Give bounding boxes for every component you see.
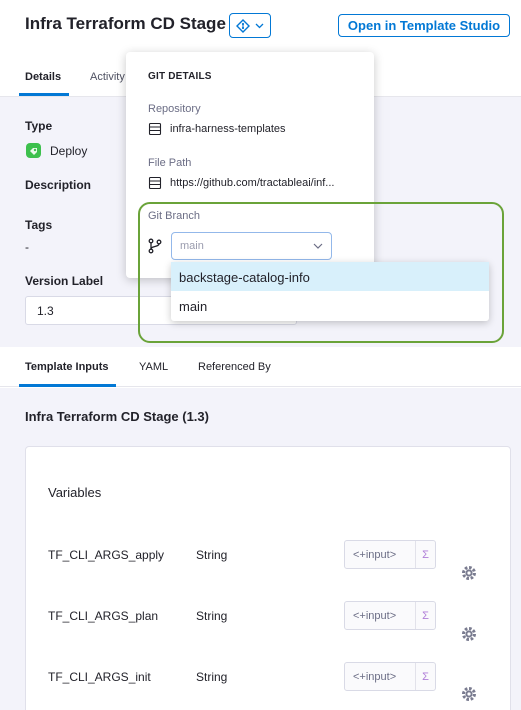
variable-name: TF_CLI_ARGS_plan: [48, 609, 159, 623]
expression-icon[interactable]: Σ: [415, 663, 435, 690]
type-value: Deploy: [25, 142, 87, 159]
tab-yaml[interactable]: YAML: [139, 361, 168, 373]
branch-option-backstage-catalog-info[interactable]: backstage-catalog-info: [171, 262, 489, 291]
git-details-title: GIT DETAILS: [148, 71, 212, 82]
tags-value: -: [25, 240, 29, 254]
variable-value-input[interactable]: <+input> Σ: [344, 540, 436, 569]
git-branch-dropdown: backstage-catalog-info main: [171, 262, 489, 321]
gear-icon[interactable]: [460, 564, 478, 582]
tab-template-inputs[interactable]: Template Inputs: [25, 361, 109, 373]
file-path-label: File Path: [148, 157, 192, 169]
tab-referenced-by[interactable]: Referenced By: [198, 361, 271, 373]
page-header: Infra Terraform CD Stage Open in Templat…: [0, 0, 521, 54]
git-details-button[interactable]: [229, 13, 271, 38]
file-path-row: https://github.com/tractableai/inf...: [148, 176, 334, 190]
file-icon: [148, 176, 162, 190]
gear-icon[interactable]: [460, 685, 478, 703]
page-title: Infra Terraform CD Stage: [25, 14, 226, 33]
active-tab-indicator: [19, 93, 69, 96]
git-icon: [236, 18, 250, 33]
repository-icon: [148, 122, 162, 136]
type-value-text: Deploy: [50, 143, 88, 158]
deploy-icon: [26, 143, 41, 158]
variable-value: <+input>: [353, 670, 397, 683]
variable-value: <+input>: [353, 548, 397, 561]
expression-icon[interactable]: Σ: [415, 541, 435, 568]
gear-icon[interactable]: [460, 625, 478, 643]
variables-heading: Variables: [48, 485, 102, 500]
variable-value: <+input>: [353, 609, 397, 622]
variable-type: String: [196, 548, 228, 562]
repository-row: infra-harness-templates: [148, 122, 286, 136]
template-tabs: Template Inputs YAML Referenced By: [0, 347, 521, 387]
repository-label: Repository: [148, 103, 201, 115]
chevron-down-icon: [255, 23, 264, 28]
type-label: Type: [25, 119, 53, 133]
variable-name: TF_CLI_ARGS_init: [48, 670, 151, 684]
repository-value: infra-harness-templates: [170, 123, 286, 135]
template-inputs-title: Infra Terraform CD Stage (1.3): [25, 409, 209, 424]
git-branch-select[interactable]: main: [171, 232, 332, 260]
open-in-template-studio-button[interactable]: Open in Template Studio: [338, 14, 510, 37]
expression-icon[interactable]: Σ: [415, 602, 435, 629]
branch-option-main[interactable]: main: [171, 291, 489, 320]
description-label: Description: [25, 178, 92, 192]
variable-value-input[interactable]: <+input> Σ: [344, 601, 436, 630]
tags-label: Tags: [25, 218, 53, 232]
file-path-value: https://github.com/tractableai/inf...: [170, 177, 335, 189]
chevron-down-icon: [313, 243, 323, 249]
tab-activity[interactable]: Activity: [90, 71, 125, 83]
variable-type: String: [196, 609, 228, 623]
variable-value-input[interactable]: <+input> Σ: [344, 662, 436, 691]
variable-name: TF_CLI_ARGS_apply: [48, 548, 165, 562]
active-tab-indicator: [19, 384, 116, 387]
tab-details[interactable]: Details: [25, 71, 61, 83]
variable-type: String: [196, 670, 228, 684]
version-label: Version Label: [25, 274, 104, 288]
git-branch-value: main: [180, 240, 204, 252]
